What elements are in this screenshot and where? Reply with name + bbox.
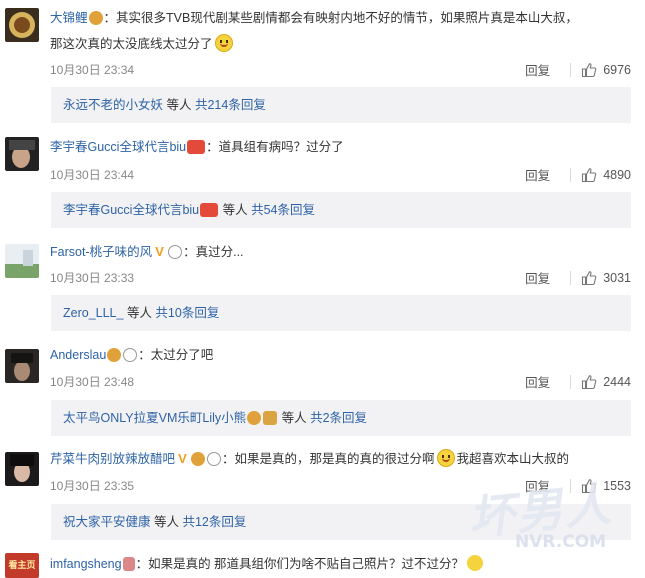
avatar[interactable] xyxy=(5,244,39,278)
reply-count-link[interactable]: 共10条回复 xyxy=(155,306,219,320)
comment-text-cont: 那这次真的太没底线太过分了 xyxy=(50,37,213,51)
thumbs-up-icon xyxy=(582,167,597,182)
reply-count-link[interactable]: 共54条回复 xyxy=(251,203,315,217)
like-count: 4890 xyxy=(603,167,631,182)
divider xyxy=(570,167,572,182)
comment-text: ：如果是真的 那道具组你们为啥不贴自己照片？过不过分？ xyxy=(135,557,465,571)
reply-username[interactable]: 太平鸟ONLY拉夏VM乐町Lily小熊 xyxy=(63,411,246,425)
verified-v-icon: V xyxy=(178,451,187,466)
fan-badge-icon xyxy=(187,140,206,154)
member-badge-icon xyxy=(107,348,122,362)
timestamp: 10月30日 23:33 xyxy=(50,271,135,285)
like-count: 3031 xyxy=(603,270,631,285)
like-count: 1553 xyxy=(603,478,631,493)
avatar[interactable] xyxy=(5,349,39,383)
reply-button[interactable]: 回复 xyxy=(525,268,550,287)
timestamp: 10月30日 23:44 xyxy=(50,168,135,182)
timestamp: 10月30日 23:34 xyxy=(50,63,135,77)
reply-button[interactable]: 回复 xyxy=(525,60,550,79)
reply-button[interactable]: 回复 xyxy=(525,372,550,391)
reply-username[interactable]: 李宇春Gucci全球代言biu xyxy=(63,203,199,217)
smile-emoji-icon xyxy=(214,34,233,52)
reply-button[interactable]: 回复 xyxy=(525,476,550,495)
reply-username[interactable]: 永远不老的小女妖 xyxy=(63,98,163,112)
member-badge-icon xyxy=(191,452,206,466)
like-button[interactable]: 4890 xyxy=(581,167,631,183)
panda-badge-icon xyxy=(168,245,183,259)
gold-badge-icon xyxy=(263,411,278,425)
reply-username[interactable]: Zero_LLL_ xyxy=(63,306,123,320)
verified-v-icon: V xyxy=(155,244,164,259)
reply-summary[interactable]: 李宇春Gucci全球代言biu 等人 共54条回复 xyxy=(51,192,631,228)
member-badge-icon xyxy=(247,411,262,425)
like-count: 6976 xyxy=(603,62,631,77)
reply-button[interactable]: 回复 xyxy=(525,165,550,184)
hourglass-badge-icon xyxy=(122,557,135,571)
reply-summary[interactable]: 祝大家平安健康 等人 共12条回复 xyxy=(51,504,631,540)
thumbs-up-icon xyxy=(582,270,597,285)
reply-count-link[interactable]: 共214条回复 xyxy=(195,98,266,112)
reply-summary[interactable]: 永远不老的小女妖 等人 共214条回复 xyxy=(51,87,631,123)
comment-text: ：真过分... xyxy=(183,245,244,259)
reply-count-link[interactable]: 共12条回复 xyxy=(182,515,246,529)
comment-text: ：太过分了吧 xyxy=(138,348,214,362)
username[interactable]: Farsot-桃子味的风 xyxy=(50,245,152,259)
reply-summary[interactable]: 太平鸟ONLY拉夏VM乐町Lily小熊 等人 共2条回复 xyxy=(51,400,631,436)
thumbs-up-icon xyxy=(582,374,597,389)
panda-badge-icon xyxy=(207,452,222,466)
avatar[interactable] xyxy=(5,137,39,171)
like-count: 2444 xyxy=(603,374,631,389)
comment-text: ：道具组有病吗？过分了 xyxy=(206,140,344,154)
avatar-label: 看主页 xyxy=(8,560,36,570)
smile-emoji-icon xyxy=(436,449,455,467)
thumbs-up-icon xyxy=(582,478,597,493)
divider xyxy=(570,270,572,285)
like-button[interactable]: 3031 xyxy=(581,270,631,286)
reply-count-link[interactable]: 共2条回复 xyxy=(310,411,367,425)
comment-text: ：如果是真的，那是真的真的很过分啊 xyxy=(222,452,435,466)
comment-text-cont: 我超喜欢本山大叔的 xyxy=(456,452,570,466)
username[interactable]: imfangsheng xyxy=(50,557,122,571)
avatar[interactable]: 看主页 xyxy=(5,553,39,578)
fan-badge-icon xyxy=(200,203,219,217)
divider xyxy=(570,478,572,493)
username[interactable]: 芹菜牛肉别放辣放醋吧 xyxy=(50,452,175,466)
divider xyxy=(570,374,572,389)
like-button[interactable]: 2444 xyxy=(581,374,631,390)
username[interactable]: 李宇春Gucci全球代言biu xyxy=(50,140,186,154)
thumbs-up-icon xyxy=(582,62,597,77)
username[interactable]: 大锦鲤 xyxy=(50,11,88,25)
divider xyxy=(570,62,572,77)
like-button[interactable]: 1553 xyxy=(581,478,631,494)
reply-summary[interactable]: Zero_LLL_ 等人 共10条回复 xyxy=(51,295,631,331)
avatar[interactable] xyxy=(5,452,39,486)
reply-username[interactable]: 祝大家平安健康 xyxy=(63,515,151,529)
like-button[interactable]: 6976 xyxy=(581,62,631,78)
comment-text: ：其实很多TVB现代剧某些剧情都会有映射内地不好的情节，如果照片真是本山大叔， xyxy=(103,11,578,25)
timestamp: 10月30日 23:48 xyxy=(50,375,135,389)
thinking-emoji-icon xyxy=(467,555,484,571)
panda-badge-icon xyxy=(123,348,138,362)
timestamp: 10月30日 23:35 xyxy=(50,479,135,493)
member-badge-icon xyxy=(88,11,103,25)
avatar[interactable] xyxy=(5,8,39,42)
username[interactable]: Anderslau xyxy=(50,348,106,362)
